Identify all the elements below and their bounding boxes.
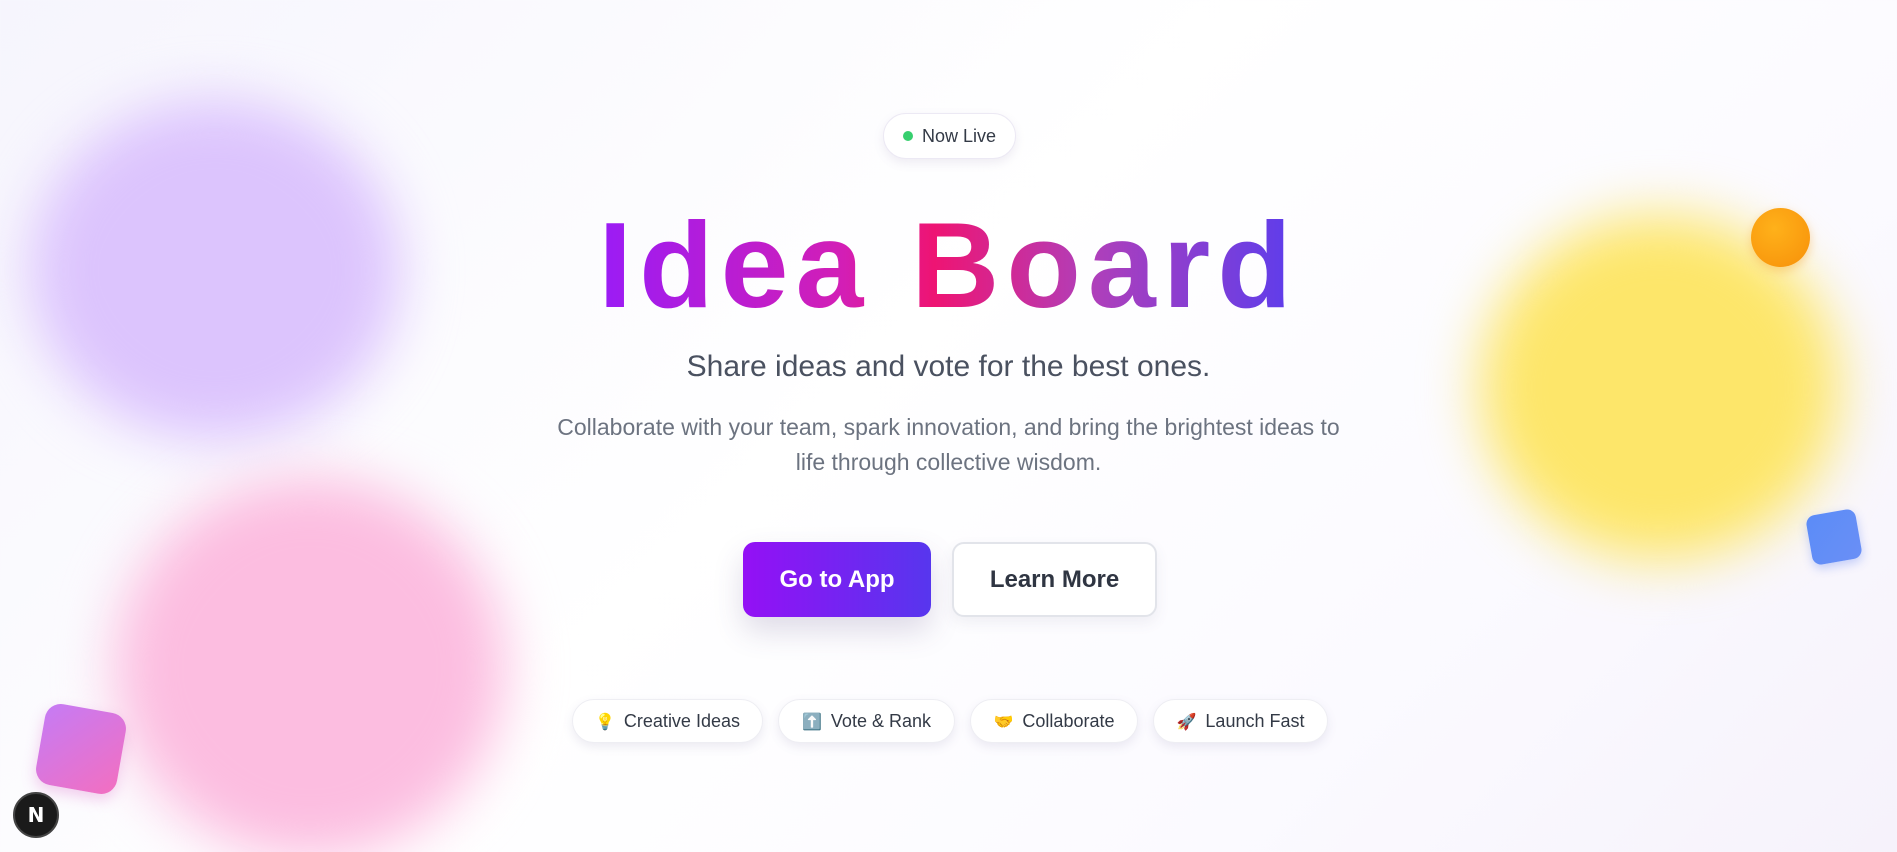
live-status-dot <box>902 131 913 141</box>
feature-chip-collaborate: 🤝 Collaborate <box>970 699 1138 743</box>
feature-chip-vote-rank: ⬆️ Vote & Rank <box>778 699 955 743</box>
up-arrow-icon: ⬆️ <box>802 711 822 731</box>
hero-description: Collaborate with your team, spark innova… <box>557 414 1340 475</box>
go-to-app-button[interactable]: Go to App <box>743 542 931 617</box>
now-live-badge: Now Live <box>883 113 1016 159</box>
feature-label: Launch Fast <box>1205 710 1305 731</box>
lightbulb-icon: 💡 <box>595 711 615 731</box>
feature-label: Creative Ideas <box>623 710 740 731</box>
handshake-icon: 🤝 <box>993 711 1014 731</box>
feature-label: Collaborate <box>1022 710 1115 731</box>
learn-more-button[interactable]: Learn More <box>952 542 1157 617</box>
background-blob-pink <box>115 478 505 852</box>
nextjs-dev-badge[interactable]: N <box>13 792 59 838</box>
feature-chip-creative-ideas: 💡 Creative Ideas <box>572 699 763 743</box>
now-live-label: Now Live <box>921 125 997 146</box>
decorative-blue-square <box>1805 508 1863 566</box>
nextjs-icon: N <box>27 803 45 827</box>
feature-label: Vote & Rank <box>830 710 931 731</box>
rocket-icon: 🚀 <box>1176 711 1197 731</box>
feature-chip-launch-fast: 🚀 Launch Fast <box>1153 699 1328 743</box>
feature-chips: 💡 Creative Ideas ⬆️ Vote & Rank 🤝 Collab… <box>0 699 1897 743</box>
hero-subtitle: Share ideas and vote for the best ones. <box>686 350 1211 383</box>
page-title-text: Idea Board <box>598 197 1299 333</box>
page-title: Idea Board <box>0 195 1897 335</box>
